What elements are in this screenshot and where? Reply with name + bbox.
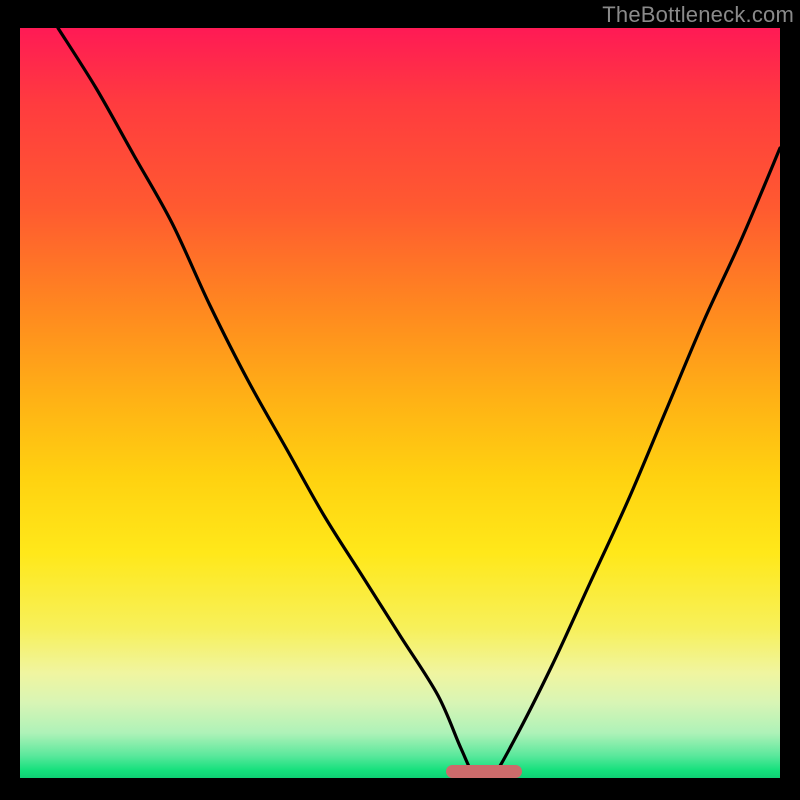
plot-area — [20, 28, 780, 778]
optimum-marker — [446, 765, 522, 778]
chart-frame: TheBottleneck.com — [0, 0, 800, 800]
curve-path — [58, 28, 780, 778]
watermark-text: TheBottleneck.com — [602, 2, 794, 28]
bottleneck-curve — [20, 28, 780, 778]
